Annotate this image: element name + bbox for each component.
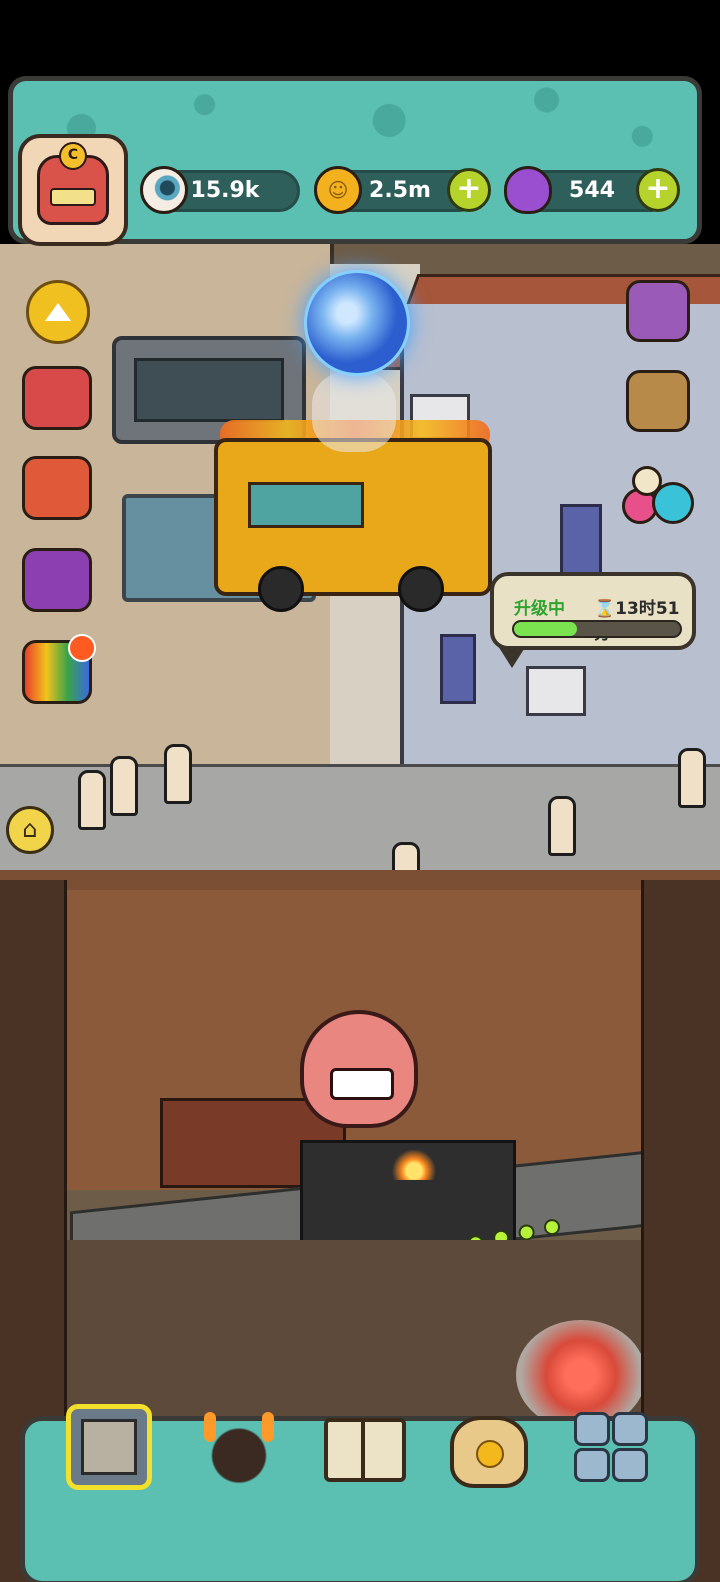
- gift-basket-icon[interactable]: [22, 366, 92, 430]
- building-window: [560, 504, 602, 580]
- magic-orb[interactable]: [304, 270, 410, 376]
- money-bag-icon[interactable]: [444, 1404, 530, 1490]
- add-potions-button[interactable]: +: [636, 168, 680, 212]
- customer[interactable]: [548, 796, 576, 856]
- cooking-steam: [312, 372, 396, 452]
- customer[interactable]: [164, 744, 192, 804]
- building-window: [440, 634, 476, 704]
- stove-flame: [392, 1150, 436, 1180]
- arrow-up-icon[interactable]: [26, 280, 90, 344]
- upgrade-label: 升级中: [514, 599, 565, 619]
- recipe-book-icon[interactable]: [320, 1404, 406, 1490]
- upgrade-status-bubble[interactable]: 升级中 ⌛13时51分: [490, 572, 696, 668]
- add-coins-button[interactable]: +: [447, 168, 491, 212]
- restaurant-building-icon[interactable]: [66, 1404, 152, 1490]
- earth-wall-left: [0, 880, 67, 1440]
- monster-avatar-icon: C: [37, 142, 109, 225]
- octopus-chef[interactable]: [300, 1010, 418, 1128]
- backpack-icon[interactable]: [626, 370, 690, 432]
- card-pack-icon[interactable]: [22, 548, 92, 612]
- home-icon[interactable]: ⌂: [6, 806, 54, 854]
- notification-dot: [68, 634, 96, 662]
- monster-eyes-icon[interactable]: [622, 466, 694, 530]
- customer[interactable]: [78, 770, 106, 830]
- potion-icon: [504, 166, 552, 214]
- tv-icon[interactable]: [626, 280, 690, 342]
- avatar-letter: C: [59, 142, 87, 170]
- customer[interactable]: [678, 748, 706, 808]
- status-bar-area: [0, 0, 720, 76]
- food-truck[interactable]: [214, 438, 492, 612]
- monster-hut-icon[interactable]: [196, 1404, 282, 1490]
- player-avatar[interactable]: C: [18, 134, 128, 246]
- air-conditioner: [526, 666, 586, 716]
- upgrade-progress-fill: [514, 622, 578, 636]
- eyeball-icon: [140, 166, 188, 214]
- grid-menu-icon[interactable]: [568, 1404, 654, 1490]
- fruit-box-icon[interactable]: [22, 456, 92, 520]
- earth-wall-right: [641, 880, 720, 1440]
- upgrade-progress-bar: [512, 620, 682, 638]
- coin-icon: ☺: [314, 166, 362, 214]
- customer[interactable]: [110, 756, 138, 816]
- game-screen: C 15.9k 2.5m ☺ + 544 + ⌂ 升级中 ⌛13时51分: [0, 0, 720, 1582]
